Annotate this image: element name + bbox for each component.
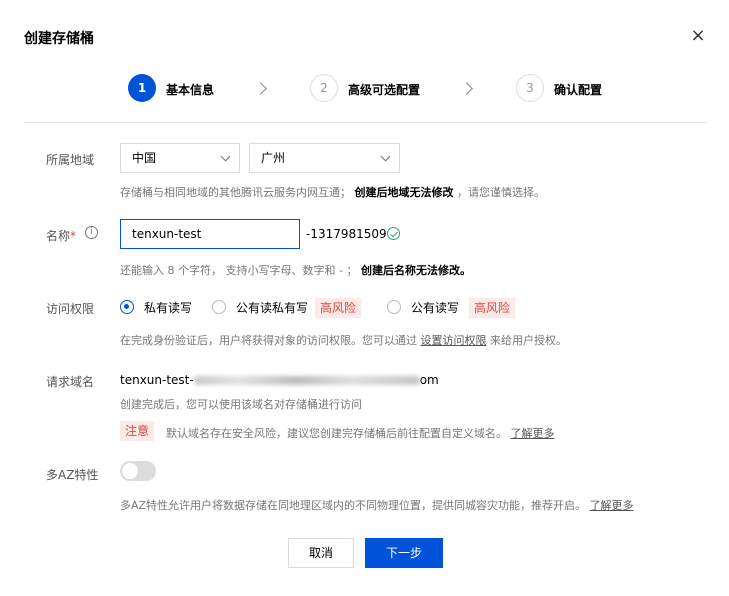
radio-public-rw-label[interactable]: 公有读写 [411, 299, 459, 316]
close-icon[interactable]: × [688, 26, 708, 46]
multi-az-hint: 多AZ特性允许用户将数据存储在同地理区域内的不同物理位置，提供同城容灾功能，推荐… [120, 497, 634, 513]
redacted-text [193, 376, 420, 385]
domain-notice: 默认域名存在安全风险，建议您创建完存储桶后前往配置自定义域名。 了解更多 [166, 425, 555, 441]
radio-private-rw-label[interactable]: 私有读写 [144, 299, 192, 316]
region-hint-text: 存储桶与相同地域的其他腾讯云服务内网互通； [120, 186, 351, 199]
bucket-name-input[interactable]: tenxun-test [120, 219, 300, 249]
check-circle-icon [387, 227, 400, 240]
chevron-down-icon [380, 151, 391, 162]
chevron-down-icon [220, 151, 231, 162]
step-chevron-icon [254, 82, 267, 95]
country-select[interactable]: 中国 [120, 143, 240, 173]
step-1-label: 基本信息 [166, 83, 215, 97]
region-hint-suffix: ，请您谨慎选择。 [457, 186, 545, 199]
name-hint-warning: 创建后名称无法修改。 [360, 264, 471, 277]
radio-public-rw[interactable] [387, 300, 401, 314]
toggle-knob [122, 463, 138, 479]
name-label-text: 名称 [46, 229, 71, 243]
set-access-link[interactable]: 设置访问权限 [421, 334, 487, 347]
step-3-number: 3 [516, 74, 544, 102]
required-mark: * [70, 229, 77, 243]
learn-more-link[interactable]: 了解更多 [590, 499, 634, 512]
access-label: 访问权限 [46, 302, 95, 316]
radio-public-read[interactable] [212, 300, 226, 314]
radio-public-read-label[interactable]: 公有读私有写 [236, 299, 308, 316]
dialog-title: 创建存储桶 [24, 31, 94, 47]
step-1-number: 1 [128, 74, 156, 102]
step-2-number: 2 [310, 74, 338, 102]
header-divider [24, 122, 706, 123]
domain-suffix: om [419, 373, 439, 387]
domain-hint: 创建完成后，您可以使用该域名对存储桶进行访问 [120, 398, 362, 411]
region-hint: 存储桶与相同地域的其他腾讯云服务内网互通； 创建后地域无法修改 ，请您谨慎选择。 [120, 184, 545, 200]
multi-az-hint-text: 多AZ特性允许用户将数据存储在同地理区域内的不同物理位置，提供同城容灾功能，推荐… [120, 499, 587, 512]
request-domain: tenxun-test-om [120, 373, 439, 387]
domain-prefix: tenxun-test- [120, 373, 194, 387]
next-button[interactable]: 下一步 [365, 538, 443, 568]
step-chevron-icon [460, 82, 473, 95]
step-3-label: 确认配置 [554, 83, 603, 97]
access-hint-text: 在完成身份验证后，用户将获得对象的访问权限。您可以通过 [120, 334, 417, 347]
cancel-button[interactable]: 取消 [288, 538, 354, 568]
region-hint-warning: 创建后地域无法修改 [354, 186, 454, 199]
city-select[interactable]: 广州 [249, 143, 400, 173]
bucket-name-suffix: -1317981509 [306, 227, 387, 241]
domain-label: 请求域名 [46, 375, 95, 389]
domain-notice-text: 默认域名存在安全风险，建议您创建完存储桶后前往配置自定义域名。 [166, 427, 507, 440]
access-hint-suffix: 来给用户授权。 [490, 334, 567, 347]
notice-badge: 注意 [120, 421, 155, 441]
country-select-value: 中国 [132, 151, 157, 165]
name-hint: 还能输入 8 个字符， 支持小写字母、数字和 - ； 创建后名称无法修改。 [120, 262, 471, 278]
name-hint-text: 还能输入 8 个字符， 支持小写字母、数字和 - ； [120, 264, 358, 277]
info-icon[interactable]: i [85, 226, 98, 239]
multi-az-label: 多AZ特性 [46, 468, 99, 482]
learn-more-link[interactable]: 了解更多 [511, 427, 555, 440]
step-2-label: 高级可选配置 [348, 83, 421, 97]
access-hint: 在完成身份验证后，用户将获得对象的访问权限。您可以通过 设置访问权限 来给用户授… [120, 332, 567, 348]
name-label: 名称* [46, 227, 76, 244]
risk-badge: 高风险 [315, 298, 362, 318]
risk-badge: 高风险 [469, 298, 516, 318]
multi-az-toggle[interactable] [120, 461, 156, 481]
radio-private-rw[interactable] [120, 300, 134, 314]
region-label: 所属地域 [46, 153, 95, 167]
city-select-value: 广州 [261, 151, 286, 165]
